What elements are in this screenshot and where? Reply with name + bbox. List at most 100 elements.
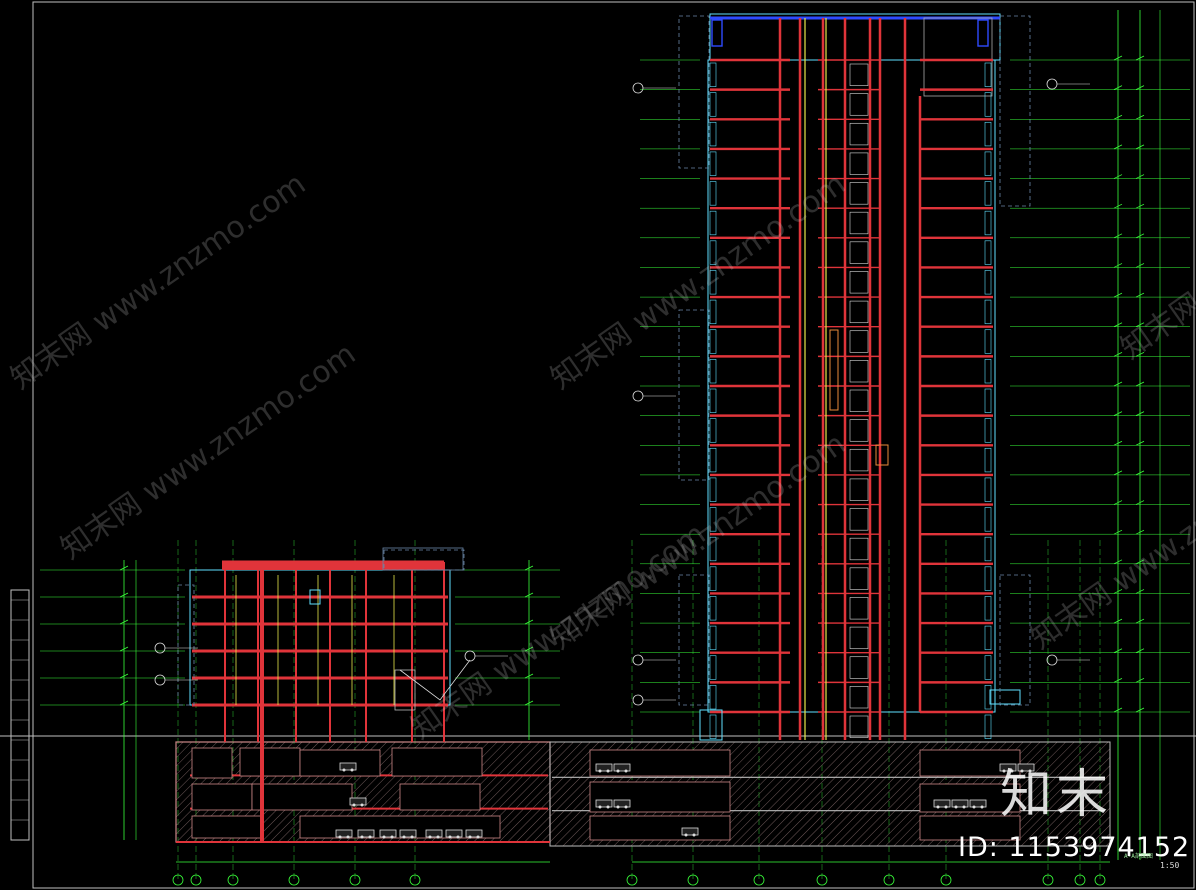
tower-window-right <box>984 359 992 384</box>
stair-orange <box>829 329 839 411</box>
car-wheel <box>972 805 976 809</box>
detail-bubble <box>464 650 476 662</box>
parked-car <box>613 799 631 808</box>
elevator-door <box>849 419 869 442</box>
dimension-marks <box>119 10 1161 863</box>
podium-roof-parapet <box>222 562 444 570</box>
dashed-callout-box <box>177 584 195 706</box>
watermark-text: 知末网 www.znzmo.com <box>545 167 853 397</box>
elevator-door <box>849 686 869 709</box>
tower-window-left <box>709 299 717 325</box>
car-wheel <box>456 835 460 839</box>
elevator-door <box>849 122 869 146</box>
car-wheel <box>476 835 480 839</box>
tower-window-right <box>984 536 992 562</box>
section-title: A-A剖面图 <box>1124 853 1153 860</box>
parked-car <box>613 763 631 772</box>
tower-window-left <box>709 329 717 354</box>
basement-section <box>175 741 1111 847</box>
drawing-id-label: ID: 1153974152 <box>958 832 1191 863</box>
watermark-text: 知末网 www.znzmo.com <box>1115 137 1196 367</box>
tower-window-left <box>709 625 717 651</box>
car-wheel <box>382 835 386 839</box>
car-wheel <box>606 805 610 809</box>
parked-car <box>335 829 353 838</box>
car-wheel <box>624 805 628 809</box>
elevator-door <box>849 330 869 353</box>
elevator-door <box>849 537 869 561</box>
elevator-door <box>849 448 869 472</box>
elevator-door <box>849 389 869 412</box>
elevator-door <box>849 478 869 501</box>
watermark-text: 知末网 www.znzmo.com <box>1025 427 1196 657</box>
tower-window-right <box>984 447 992 473</box>
tower-window-right <box>984 625 992 651</box>
parked-car <box>933 799 951 808</box>
tower-window-left <box>709 655 717 680</box>
car-wheel <box>936 805 940 809</box>
tower-window-right <box>984 418 992 443</box>
car-wheel <box>616 805 620 809</box>
car-wheel <box>448 835 452 839</box>
car-wheel <box>352 803 356 807</box>
car-wheel <box>338 835 342 839</box>
parked-car <box>349 797 367 806</box>
elevator-door <box>849 63 869 86</box>
tower-window-right <box>984 477 992 502</box>
car-wheel <box>598 805 602 809</box>
tower-window-left <box>709 388 717 413</box>
tower-window-right <box>984 596 992 621</box>
elevator-door <box>849 241 869 264</box>
car-wheel <box>410 835 414 839</box>
elevator-door <box>849 152 869 175</box>
car-wheel <box>402 835 406 839</box>
parked-car <box>379 829 397 838</box>
parked-car <box>445 829 463 838</box>
car-wheel <box>606 769 610 773</box>
tower-window-left <box>709 566 717 591</box>
elevator-door <box>849 300 869 324</box>
tower-window-right <box>984 566 992 591</box>
parked-car <box>595 799 613 808</box>
tower-window-left <box>709 62 717 87</box>
parked-car <box>339 762 357 771</box>
detail-bubble <box>632 82 644 94</box>
basement-room <box>399 783 481 811</box>
tower-window-right <box>984 329 992 354</box>
car-wheel <box>368 835 372 839</box>
car-wheel <box>598 769 602 773</box>
elevator-door <box>849 182 869 205</box>
watermark-text: 知末网 www.znzmo.com <box>5 167 313 397</box>
parked-car <box>681 827 699 836</box>
car-wheel <box>360 803 364 807</box>
car-wheel <box>954 805 958 809</box>
elevator-door <box>849 271 869 294</box>
car-wheel <box>962 805 966 809</box>
car-wheel <box>390 835 394 839</box>
parked-car <box>357 829 375 838</box>
tower-window-right <box>984 714 992 739</box>
basement-room <box>191 815 263 839</box>
dashed-callout-box <box>678 309 710 481</box>
car-wheel <box>980 805 984 809</box>
basement-room <box>589 815 731 841</box>
car-wheel <box>436 835 440 839</box>
tower-window-left <box>709 181 717 206</box>
tower-window-right <box>984 62 992 87</box>
watermark-overlay: 知末网 www.znzmo.com 知末网 www.znzmo.com 知末网 ww… <box>5 137 1196 747</box>
detail-bubble <box>1046 654 1058 666</box>
tower-window-right <box>984 240 992 265</box>
cad-drawing-canvas: 知末网 www.znzmo.com 知末网 www.znzmo.com 知末网 ww… <box>0 0 1196 890</box>
tower-window-left <box>709 596 717 621</box>
detail-bubble <box>632 390 644 402</box>
roof-blue-door <box>711 19 723 47</box>
car-wheel <box>692 833 696 837</box>
basement-room <box>391 747 483 777</box>
detail-bubble <box>154 642 166 654</box>
detail-bubble <box>632 654 644 666</box>
elevator-door <box>849 360 869 383</box>
dashed-callout-box <box>999 574 1031 706</box>
tower-roof-structure <box>709 13 1001 61</box>
roof-blue-door <box>977 19 989 47</box>
brand-watermark: 知末 <box>1000 765 1113 825</box>
